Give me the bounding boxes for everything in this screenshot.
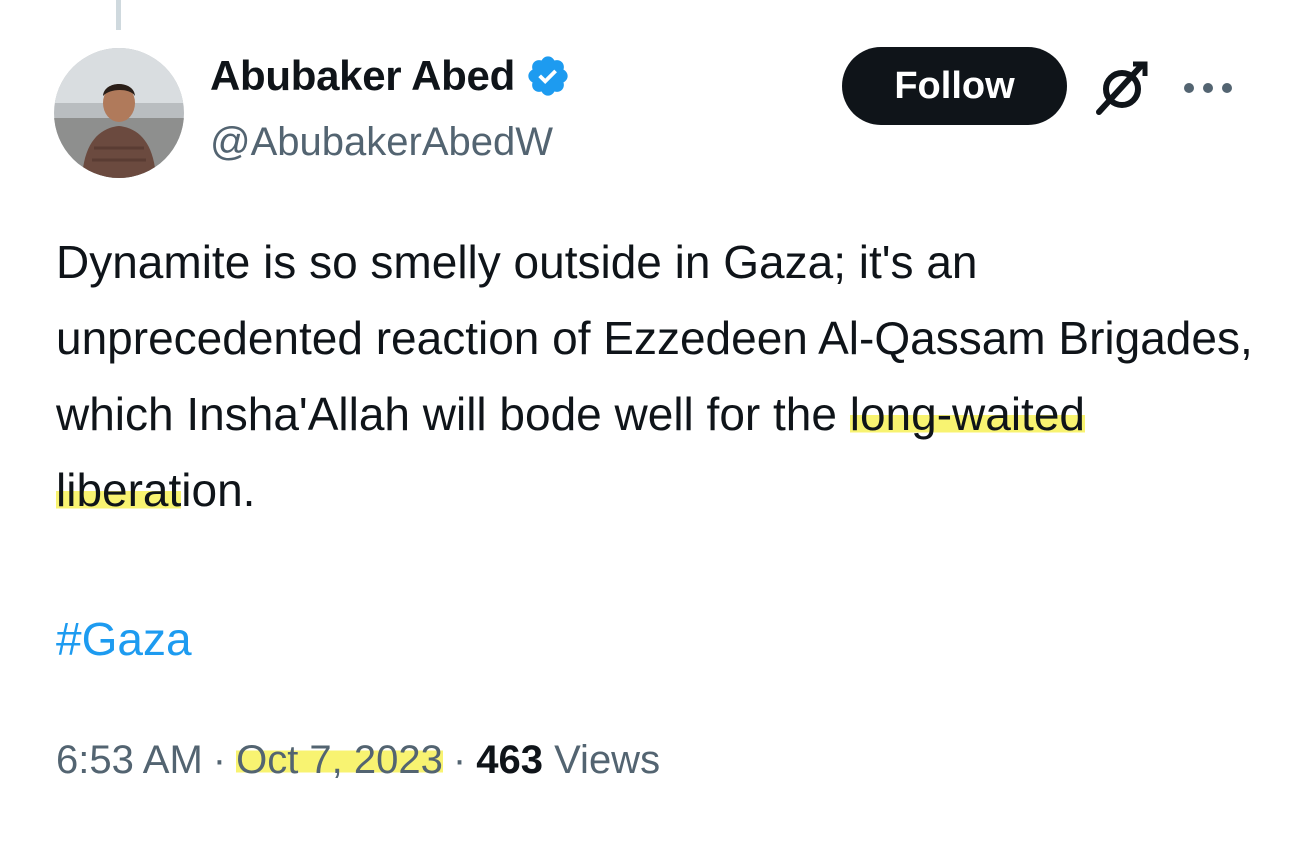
avatar[interactable] — [54, 48, 184, 178]
separator-dot: · — [212, 738, 227, 782]
follow-button[interactable]: Follow — [842, 47, 1067, 125]
separator-dot: · — [452, 738, 467, 782]
views-count[interactable]: 463 — [476, 738, 543, 782]
grok-icon[interactable] — [1093, 60, 1153, 116]
thread-connector-line — [116, 0, 121, 30]
more-options-icon[interactable] — [1180, 78, 1236, 98]
user-handle[interactable]: @AbubakerAbedW — [210, 120, 553, 165]
tweet-text: Dynamite is so smelly outside in Gaza; i… — [56, 224, 1266, 528]
display-name[interactable]: Abubaker Abed — [210, 52, 571, 100]
verified-badge-icon[interactable] — [525, 53, 571, 99]
hashtag-link[interactable]: #Gaza — [56, 612, 192, 666]
tweet-metadata: 6:53 AM · Oct 7, 2023 · 463 Views — [56, 738, 660, 783]
views-label[interactable]: Views — [554, 738, 660, 782]
tweet-time[interactable]: 6:53 AM — [56, 738, 203, 782]
display-name-text[interactable]: Abubaker Abed — [210, 52, 515, 100]
tweet-text-end: ion. — [181, 464, 256, 516]
tweet-date[interactable]: Oct 7, 2023 — [236, 738, 443, 782]
